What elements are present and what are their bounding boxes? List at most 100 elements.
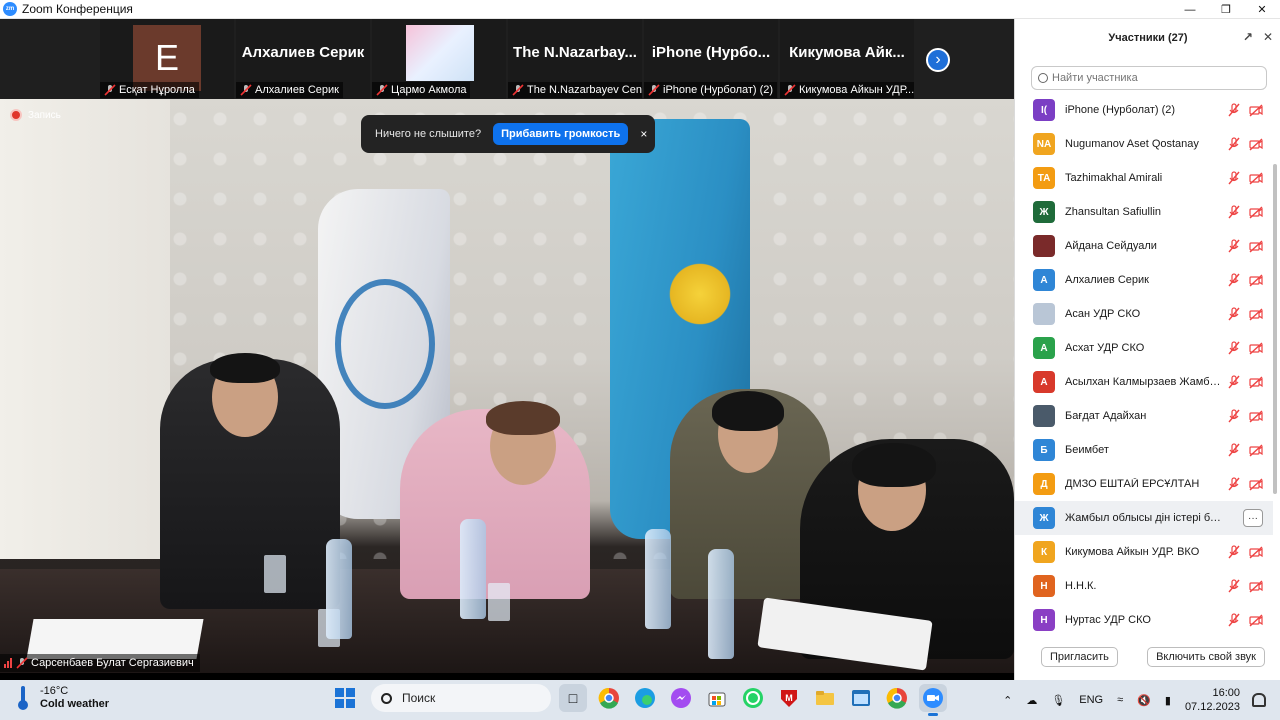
participant-row[interactable]: Асан УДР СКО xyxy=(1015,297,1273,331)
weather-widget[interactable]: -16°C Cold weather xyxy=(16,685,109,711)
clock[interactable]: 16:00 07.12.2023 xyxy=(1185,686,1240,714)
mic-off-icon[interactable] xyxy=(1227,239,1241,253)
task-view-icon[interactable]: □ xyxy=(559,684,587,712)
video-off-icon[interactable] xyxy=(1249,443,1263,457)
speaker-muted-icon[interactable]: 🔇 xyxy=(1137,694,1151,707)
chevron-right-icon[interactable]: › xyxy=(926,48,950,72)
video-tile[interactable]: E Есқат Нұролла xyxy=(100,19,234,99)
participant-row[interactable]: Б Беимбет xyxy=(1015,433,1273,467)
antivirus-icon[interactable]: M xyxy=(775,684,803,712)
mic-off-icon[interactable] xyxy=(1227,613,1241,627)
mic-off-icon[interactable] xyxy=(1227,545,1241,559)
more-options-button[interactable]: ··· xyxy=(1243,509,1263,527)
participant-row[interactable]: А Асылхан Калмырзаев Жамбыл ... xyxy=(1015,365,1273,399)
input-language[interactable]: ENG xyxy=(1079,694,1103,706)
mic-off-icon[interactable] xyxy=(1227,477,1241,491)
participant-row[interactable]: Н Н.Н.К. xyxy=(1015,569,1273,603)
chrome-icon[interactable] xyxy=(595,684,623,712)
participant-name: iPhone (Нурболат) (2) xyxy=(1065,104,1176,116)
video-off-icon[interactable] xyxy=(1249,375,1263,389)
mic-off-icon[interactable] xyxy=(1227,409,1241,423)
chevron-up-icon[interactable]: ⌃ xyxy=(1003,694,1012,707)
participant-row[interactable]: Ж Zhansultan Safiullin xyxy=(1015,195,1273,229)
messenger-icon[interactable] xyxy=(667,684,695,712)
active-speaker-video: Запись Ничего не слышите? Прибавить гром… xyxy=(0,99,1014,673)
participant-row[interactable]: А Асхат УДР СКО xyxy=(1015,331,1273,365)
video-off-icon[interactable] xyxy=(1249,341,1263,355)
video-off-icon[interactable] xyxy=(1249,307,1263,321)
whatsapp-icon[interactable] xyxy=(739,684,767,712)
avatar xyxy=(1033,235,1055,257)
browser-icon[interactable] xyxy=(847,684,875,712)
mic-off-icon[interactable] xyxy=(1227,273,1241,287)
mic-off-icon[interactable] xyxy=(1227,307,1241,321)
video-off-icon[interactable] xyxy=(1249,205,1263,219)
participant-row[interactable]: Ж Жамбыл облысы дін істері басқар... ··· xyxy=(1015,501,1273,535)
participant-row[interactable]: NA Nugumanov Aset Qostanay xyxy=(1015,127,1273,161)
scrollbar[interactable] xyxy=(1273,164,1277,494)
video-off-icon[interactable] xyxy=(1249,273,1263,287)
file-explorer-icon[interactable] xyxy=(811,684,839,712)
participant-row[interactable]: Н Нуртас УДР СКО xyxy=(1015,603,1273,633)
close-button[interactable]: ✕ xyxy=(1244,0,1280,19)
recording-indicator[interactable]: Запись xyxy=(10,109,61,121)
mic-off-icon[interactable] xyxy=(1227,205,1241,219)
participant-row[interactable]: Д ДМЗО ЕШТАЙ ЕРСҰЛТАН xyxy=(1015,467,1273,501)
video-tile[interactable]: Кикумова Айк... Кикумова Айкын УДР... xyxy=(780,19,914,99)
invite-button[interactable]: Пригласить xyxy=(1041,647,1118,667)
participant-name: Нуртас УДР СКО xyxy=(1065,614,1151,626)
audio-notice: Ничего не слышите? Прибавить громкость × xyxy=(361,115,655,153)
video-off-icon[interactable] xyxy=(1249,137,1263,151)
popout-icon[interactable]: ↗ xyxy=(1243,30,1253,44)
windows-start-icon[interactable] xyxy=(335,688,355,708)
edge-icon[interactable] xyxy=(631,684,659,712)
cloud-icon[interactable]: ☁ xyxy=(1026,694,1037,707)
search-icon xyxy=(1038,73,1048,83)
mic-off-icon[interactable] xyxy=(1227,375,1241,389)
video-tile[interactable]: iPhone (Нурбо... iPhone (Нурболат) (2) xyxy=(644,19,778,99)
participant-row[interactable]: Бағдат Адайхан xyxy=(1015,399,1273,433)
store-icon[interactable] xyxy=(703,684,731,712)
close-icon[interactable]: × xyxy=(640,127,647,141)
video-off-icon[interactable] xyxy=(1249,409,1263,423)
video-tile[interactable]: The N.Nazarbay... The N.Nazarbayev Cen..… xyxy=(508,19,642,99)
video-off-icon[interactable] xyxy=(1249,613,1263,627)
video-off-icon[interactable] xyxy=(1249,103,1263,117)
mic-off-icon[interactable] xyxy=(1227,103,1241,117)
mic-off-icon[interactable] xyxy=(1227,137,1241,151)
zoom-app-icon[interactable] xyxy=(919,684,947,716)
tile-caption: The N.Nazarbayev Cen... xyxy=(508,82,642,98)
avatar: I( xyxy=(1033,99,1055,121)
mic-off-icon[interactable] xyxy=(1227,171,1241,185)
close-icon[interactable]: ✕ xyxy=(1263,30,1273,44)
microphone-icon[interactable]: 🎙 xyxy=(1051,694,1065,707)
search-box[interactable] xyxy=(1031,66,1267,90)
participant-row[interactable]: К Кикумова Айкын УДР. ВКО xyxy=(1015,535,1273,569)
taskbar-search[interactable]: Поиск xyxy=(371,684,551,712)
video-tile[interactable]: Алхалиев Серик Алхалиев Серик xyxy=(236,19,370,99)
increase-volume-button[interactable]: Прибавить громкость xyxy=(493,123,629,145)
participant-row[interactable]: TA Tazhimakhal Amirali xyxy=(1015,161,1273,195)
video-off-icon[interactable] xyxy=(1249,545,1263,559)
video-off-icon[interactable] xyxy=(1249,171,1263,185)
minimize-button[interactable]: — xyxy=(1172,0,1208,19)
mic-off-icon[interactable] xyxy=(1227,579,1241,593)
participant-status-icons xyxy=(1227,443,1263,457)
search-input[interactable] xyxy=(1052,72,1252,84)
chrome-profile-icon[interactable] xyxy=(883,684,911,712)
video-tile[interactable]: Цармо Акмола xyxy=(372,19,506,99)
participant-row[interactable]: Айдана Сейдуали xyxy=(1015,229,1273,263)
mic-off-icon[interactable] xyxy=(1227,341,1241,355)
maximize-button[interactable]: ❐ xyxy=(1208,0,1244,19)
wifi-icon[interactable]: ≈ xyxy=(1117,694,1123,706)
video-off-icon[interactable] xyxy=(1249,239,1263,253)
notification-bell-icon[interactable] xyxy=(1252,693,1266,707)
filmstrip: E Есқат Нұролла Алхалиев Серик Алхалиев … xyxy=(0,19,1014,99)
mic-off-icon[interactable] xyxy=(1227,443,1241,457)
participant-row[interactable]: А Алхалиев Серик xyxy=(1015,263,1273,297)
video-off-icon[interactable] xyxy=(1249,477,1263,491)
video-off-icon[interactable] xyxy=(1249,579,1263,593)
unmute-button[interactable]: Включить свой звук xyxy=(1147,647,1265,667)
participant-row[interactable]: I( iPhone (Нурболат) (2) xyxy=(1015,93,1273,127)
battery-icon[interactable]: ▮ xyxy=(1165,694,1171,707)
